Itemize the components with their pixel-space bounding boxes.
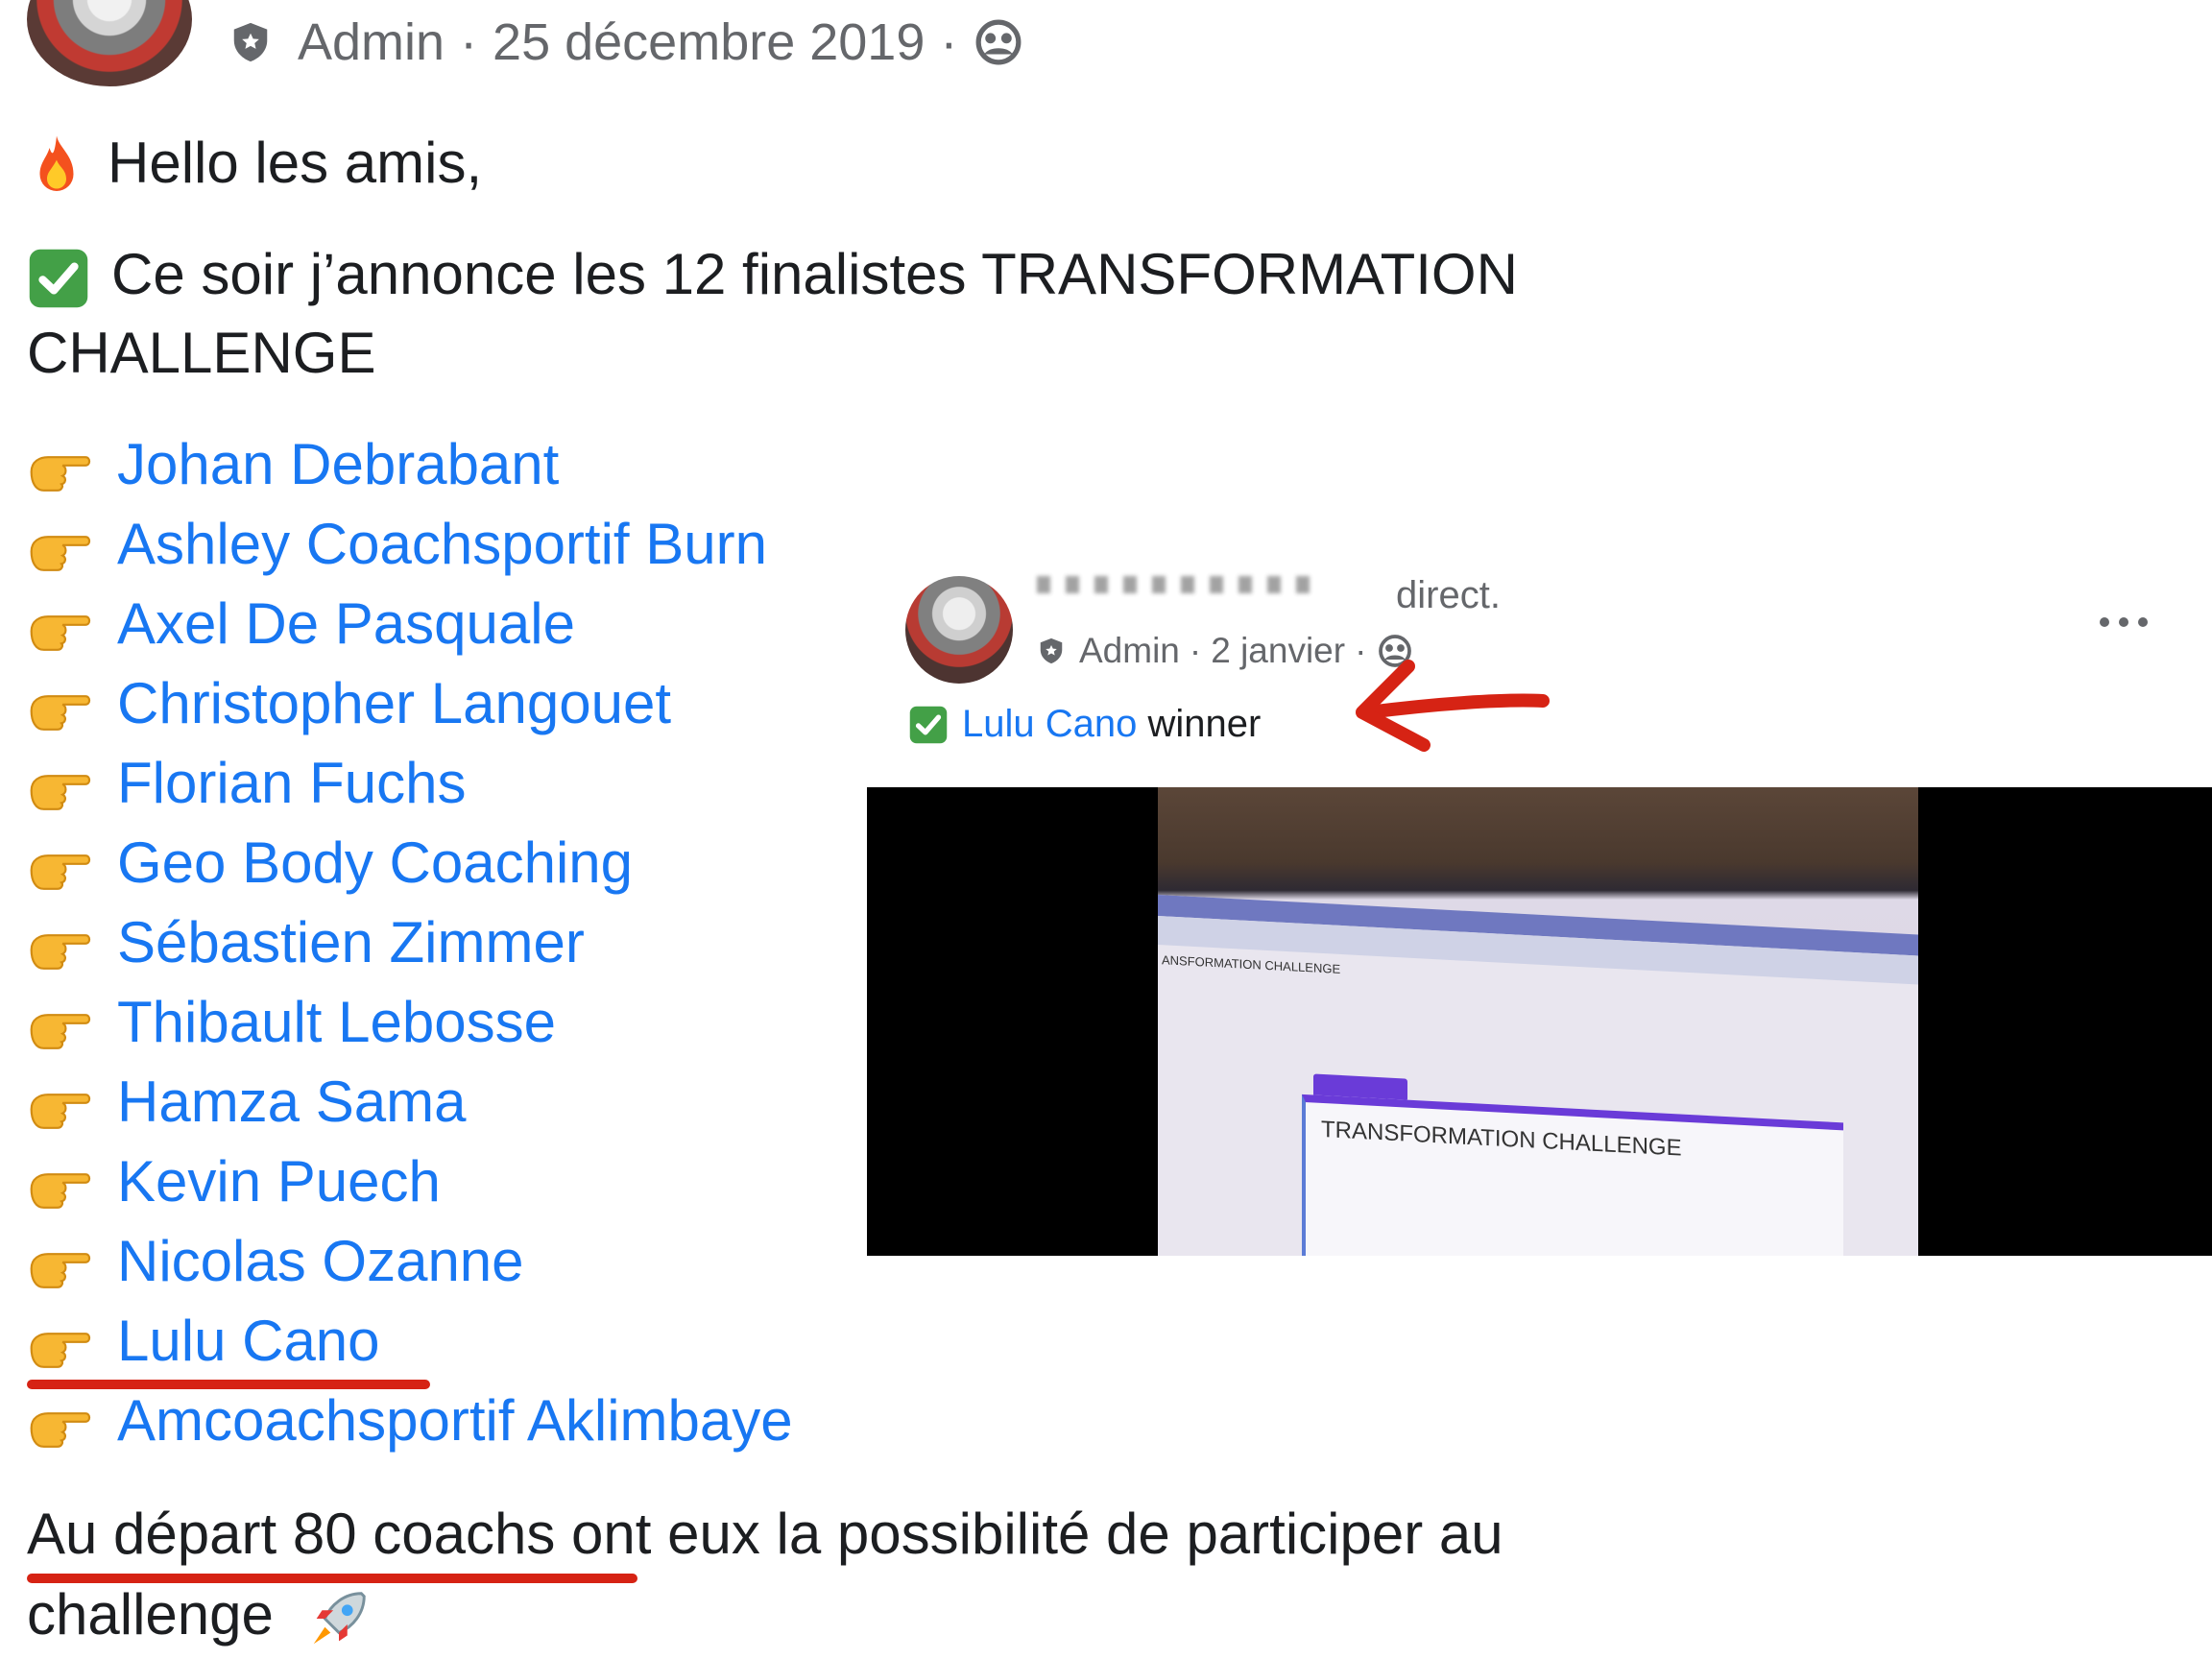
meta-separator: ·: [1189, 631, 1202, 670]
hand-icon: [27, 918, 94, 970]
greeting-line: Hello les amis,: [27, 123, 482, 204]
hand-icon: [27, 838, 94, 890]
fire-icon: [39, 135, 74, 192]
underline-annotation: [27, 1574, 637, 1583]
finalist-item: Johan Debrabant: [27, 424, 793, 504]
footer-text-1: Au départ 80 coachs ont eux la possibili…: [27, 1502, 1503, 1566]
hand-icon: [27, 758, 94, 810]
finalist-item: Ashley Coachsportif Burn: [27, 504, 793, 584]
laptop-screen: ANSFORMATION CHALLENGE TRANSFORMATION CH…: [1158, 895, 1918, 1256]
hand-icon: [27, 599, 94, 651]
finalist-link[interactable]: Johan Debrabant: [117, 431, 559, 497]
hand-icon: [27, 1396, 94, 1448]
finalist-link[interactable]: Florian Fuchs: [117, 750, 466, 816]
form-card: TRANSFORMATION CHALLENGE: [1302, 1094, 1843, 1256]
winner-name-link[interactable]: Lulu Cano: [962, 703, 1137, 746]
arrow-icon: [1356, 660, 1550, 752]
hand-icon: [27, 519, 94, 571]
finalist-link[interactable]: Thibault Lebosse: [117, 989, 556, 1055]
hand-icon: [27, 679, 94, 731]
meta-separator: ·: [940, 13, 958, 71]
post-meta: Admin · 25 décembre 2019 ·: [228, 13, 1022, 71]
finalist-item: Florian Fuchs: [27, 743, 793, 823]
hand-icon: [27, 1237, 94, 1288]
check-icon: [29, 249, 88, 308]
finalist-link[interactable]: Kevin Puech: [117, 1148, 441, 1214]
finalist-item: Nicolas Ozanne: [27, 1221, 793, 1301]
finalist-item: Amcoachsportif Aklimbaye: [27, 1381, 793, 1460]
form-title: TRANSFORMATION CHALLENGE: [1321, 1116, 1682, 1162]
doc-title: ANSFORMATION CHALLENGE: [1162, 952, 1341, 976]
hand-icon: [27, 1077, 94, 1129]
finalist-link[interactable]: Geo Body Coaching: [117, 830, 633, 896]
finalist-link[interactable]: Amcoachsportif Aklimbaye: [117, 1387, 793, 1454]
finalist-link[interactable]: Hamza Sama: [117, 1069, 466, 1135]
inset-direct-text: direct.: [1396, 574, 1501, 616]
announcement-text-1: Ce soir j’annonce les 12 finalistes TRAN…: [111, 242, 1518, 306]
inset-author-avatar[interactable]: [905, 576, 1013, 684]
rocket-icon: [313, 1592, 366, 1645]
more-icon[interactable]: [2097, 603, 2151, 641]
greeting-text: Hello les amis,: [108, 131, 483, 195]
finalist-link[interactable]: Lulu Cano: [117, 1308, 380, 1374]
finalist-link[interactable]: Nicolas Ozanne: [117, 1228, 524, 1294]
finalist-item: Geo Body Coaching: [27, 823, 793, 902]
finalists-list: Johan Debrabant Ashley Coachsportif Burn A…: [27, 424, 793, 1460]
video-frame[interactable]: ANSFORMATION CHALLENGE TRANSFORMATION CH…: [1158, 787, 1918, 1256]
hand-icon: [27, 440, 94, 492]
inset-author-role[interactable]: Admin: [1079, 631, 1180, 671]
finalist-item: Thibault Lebosse: [27, 982, 793, 1062]
check-icon: [909, 706, 948, 743]
hand-icon: [27, 998, 94, 1049]
redacted-name: [1037, 576, 1325, 593]
announcement-text-2: CHALLENGE: [27, 321, 376, 385]
globe-icon: [975, 19, 1022, 65]
finalist-item: Lulu Cano: [27, 1301, 793, 1381]
finalist-item: Hamza Sama: [27, 1062, 793, 1142]
footer-line-2: challenge: [27, 1575, 373, 1655]
winner-label: winner: [1147, 703, 1262, 745]
hand-icon: [27, 1157, 94, 1209]
finalist-link[interactable]: Ashley Coachsportif Burn: [117, 511, 767, 577]
hand-icon: [27, 1316, 94, 1368]
author-role[interactable]: Admin: [298, 12, 445, 72]
meta-separator: ·: [460, 13, 478, 71]
finalist-link[interactable]: Christopher Langouet: [117, 670, 671, 736]
author-avatar[interactable]: [27, 0, 192, 86]
announcement-line: Ce soir j’annonce les 12 finalistes TRAN…: [27, 234, 1518, 315]
finalist-item: Christopher Langouet: [27, 663, 793, 743]
finalist-link[interactable]: Sébastien Zimmer: [117, 909, 585, 975]
post-date[interactable]: 25 décembre 2019: [493, 12, 925, 72]
underline-annotation: [27, 1380, 430, 1389]
finalist-item: Axel De Pasquale: [27, 584, 793, 663]
finalist-item: Kevin Puech: [27, 1142, 793, 1221]
winner-line: Lulu Cano winner: [908, 703, 1261, 746]
finalist-link[interactable]: Axel De Pasquale: [117, 590, 575, 657]
shield-icon: [1040, 637, 1063, 664]
footer-text-2: challenge: [27, 1582, 274, 1647]
finalist-item: Sébastien Zimmer: [27, 902, 793, 982]
shield-icon: [233, 22, 268, 62]
